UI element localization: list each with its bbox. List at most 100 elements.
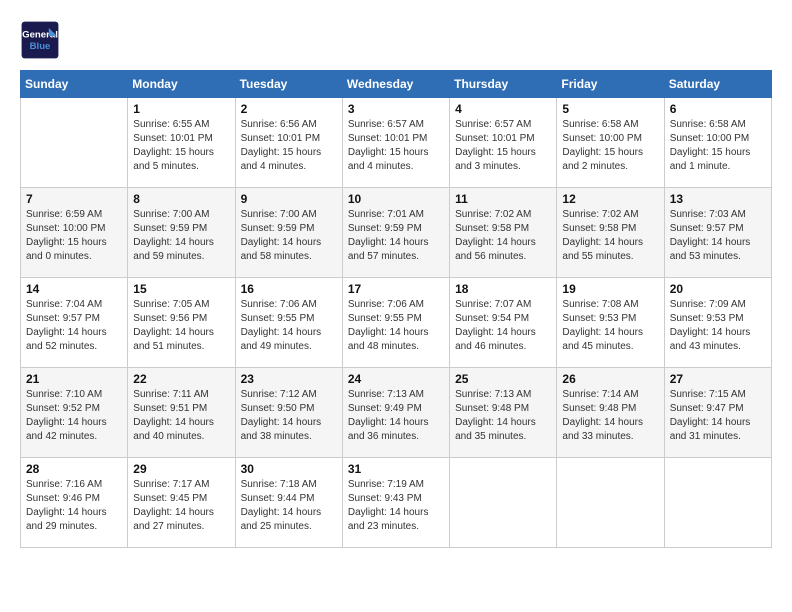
calendar-cell: 22Sunrise: 7:11 AM Sunset: 9:51 PM Dayli…: [128, 368, 235, 458]
weekday-header-friday: Friday: [557, 71, 664, 98]
calendar-cell: 9 Sunrise: 7:00 AM Sunset: 9:59 PM Daylig…: [235, 188, 342, 278]
calendar-cell: 31 Sunrise: 7:19 AM Sunset: 9:43 PM Dayli…: [342, 458, 449, 548]
weekday-header-sunday: Sunday: [21, 71, 128, 98]
day-info: Sunrise: 7:05 AM Sunset: 9:56 PM Dayligh…: [133, 298, 229, 354]
calendar-header-row: SundayMondayTuesdayWednesdayThursdayFrid…: [21, 71, 772, 98]
day-number: 20: [670, 282, 766, 296]
weekday-header-thursday: Thursday: [450, 71, 557, 98]
day-number: 1: [133, 102, 229, 116]
day-info: Sunrise: 7:13 AM Sunset: 9:48 PM Dayligh…: [455, 388, 551, 444]
day-info: Sunrise: 6:55 AM Sunset: 10:01 PM Daylig…: [133, 118, 229, 174]
calendar-week-4: 21 Sunrise: 7:10 AM Sunset: 9:52 PM Dayli…: [21, 368, 772, 458]
day-info: Sunrise: 7:06 AM Sunset: 9:55 PM Dayligh…: [241, 298, 337, 354]
calendar-cell: 8 Sunrise: 7:00 AM Sunset: 9:59 PM Daylig…: [128, 188, 235, 278]
calendar-cell: 11 Sunrise: 7:02 AM Sunset: 9:58 PM Dayli…: [450, 188, 557, 278]
weekday-header-wednesday: Wednesday: [342, 71, 449, 98]
calendar-cell: 18Sunrise: 7:07 AM Sunset: 9:54 PM Dayli…: [450, 278, 557, 368]
day-info: Sunrise: 6:58 AM Sunset: 10:00 PM Daylig…: [562, 118, 658, 174]
day-number: 28: [26, 462, 122, 476]
day-info: Sunrise: 7:03 AM Sunset: 9:57 PM Dayligh…: [670, 208, 766, 264]
day-info: Sunrise: 7:10 AM Sunset: 9:52 PM Dayligh…: [26, 388, 122, 444]
day-number: 27: [670, 372, 766, 386]
calendar-cell: 6Sunrise: 6:58 AM Sunset: 10:00 PM Dayli…: [664, 98, 771, 188]
day-number: 3: [348, 102, 444, 116]
day-info: Sunrise: 7:00 AM Sunset: 9:59 PM Dayligh…: [133, 208, 229, 264]
calendar-cell: 2Sunrise: 6:56 AM Sunset: 10:01 PM Dayli…: [235, 98, 342, 188]
day-info: Sunrise: 6:59 AM Sunset: 10:00 PM Daylig…: [26, 208, 122, 264]
svg-text:Blue: Blue: [30, 41, 51, 52]
page-header: General Blue: [20, 20, 772, 60]
calendar-cell: [21, 98, 128, 188]
day-info: Sunrise: 6:57 AM Sunset: 10:01 PM Daylig…: [455, 118, 551, 174]
day-number: 25: [455, 372, 551, 386]
day-number: 24: [348, 372, 444, 386]
day-info: Sunrise: 7:18 AM Sunset: 9:44 PM Dayligh…: [241, 478, 337, 534]
day-number: 5: [562, 102, 658, 116]
day-number: 6: [670, 102, 766, 116]
day-number: 21: [26, 372, 122, 386]
calendar-cell: 1 Sunrise: 6:55 AM Sunset: 10:01 PM Dayli…: [128, 98, 235, 188]
calendar-cell: 29 Sunrise: 7:17 AM Sunset: 9:45 PM Dayli…: [128, 458, 235, 548]
day-info: Sunrise: 7:13 AM Sunset: 9:49 PM Dayligh…: [348, 388, 444, 444]
day-number: 13: [670, 192, 766, 206]
day-number: 9: [241, 192, 337, 206]
day-info: Sunrise: 7:12 AM Sunset: 9:50 PM Dayligh…: [241, 388, 337, 444]
day-number: 26: [562, 372, 658, 386]
day-info: Sunrise: 7:06 AM Sunset: 9:55 PM Dayligh…: [348, 298, 444, 354]
calendar-cell: 12 Sunrise: 7:02 AM Sunset: 9:58 PM Dayli…: [557, 188, 664, 278]
day-info: Sunrise: 7:02 AM Sunset: 9:58 PM Dayligh…: [455, 208, 551, 264]
calendar-cell: 28Sunrise: 7:16 AM Sunset: 9:46 PM Dayli…: [21, 458, 128, 548]
calendar-cell: 3 Sunrise: 6:57 AM Sunset: 10:01 PM Dayli…: [342, 98, 449, 188]
day-info: Sunrise: 7:11 AM Sunset: 9:51 PM Dayligh…: [133, 388, 229, 444]
weekday-header-tuesday: Tuesday: [235, 71, 342, 98]
calendar-cell: 14Sunrise: 7:04 AM Sunset: 9:57 PM Dayli…: [21, 278, 128, 368]
calendar-cell: 30 Sunrise: 7:18 AM Sunset: 9:44 PM Dayli…: [235, 458, 342, 548]
calendar-week-2: 7 Sunrise: 6:59 AM Sunset: 10:00 PM Dayli…: [21, 188, 772, 278]
day-number: 16: [241, 282, 337, 296]
calendar-cell: 27 Sunrise: 7:15 AM Sunset: 9:47 PM Dayli…: [664, 368, 771, 458]
calendar-cell: 19 Sunrise: 7:08 AM Sunset: 9:53 PM Dayli…: [557, 278, 664, 368]
calendar-cell: [450, 458, 557, 548]
day-number: 29: [133, 462, 229, 476]
calendar-cell: 13 Sunrise: 7:03 AM Sunset: 9:57 PM Dayli…: [664, 188, 771, 278]
weekday-header-saturday: Saturday: [664, 71, 771, 98]
day-number: 8: [133, 192, 229, 206]
day-info: Sunrise: 7:09 AM Sunset: 9:53 PM Dayligh…: [670, 298, 766, 354]
calendar-cell: 15Sunrise: 7:05 AM Sunset: 9:56 PM Dayli…: [128, 278, 235, 368]
day-number: 17: [348, 282, 444, 296]
calendar-week-3: 14Sunrise: 7:04 AM Sunset: 9:57 PM Dayli…: [21, 278, 772, 368]
day-number: 7: [26, 192, 122, 206]
day-info: Sunrise: 7:08 AM Sunset: 9:53 PM Dayligh…: [562, 298, 658, 354]
day-info: Sunrise: 6:56 AM Sunset: 10:01 PM Daylig…: [241, 118, 337, 174]
day-number: 30: [241, 462, 337, 476]
calendar-week-5: 28Sunrise: 7:16 AM Sunset: 9:46 PM Dayli…: [21, 458, 772, 548]
day-number: 10: [348, 192, 444, 206]
day-info: Sunrise: 7:00 AM Sunset: 9:59 PM Dayligh…: [241, 208, 337, 264]
calendar-cell: 4 Sunrise: 6:57 AM Sunset: 10:01 PM Dayli…: [450, 98, 557, 188]
calendar-cell: [664, 458, 771, 548]
calendar-cell: 10 Sunrise: 7:01 AM Sunset: 9:59 PM Dayli…: [342, 188, 449, 278]
day-number: 19: [562, 282, 658, 296]
weekday-header-monday: Monday: [128, 71, 235, 98]
day-number: 4: [455, 102, 551, 116]
calendar-cell: 20 Sunrise: 7:09 AM Sunset: 9:53 PM Dayli…: [664, 278, 771, 368]
day-info: Sunrise: 6:57 AM Sunset: 10:01 PM Daylig…: [348, 118, 444, 174]
calendar-cell: 26 Sunrise: 7:14 AM Sunset: 9:48 PM Dayli…: [557, 368, 664, 458]
day-info: Sunrise: 7:14 AM Sunset: 9:48 PM Dayligh…: [562, 388, 658, 444]
day-info: Sunrise: 7:19 AM Sunset: 9:43 PM Dayligh…: [348, 478, 444, 534]
day-info: Sunrise: 7:15 AM Sunset: 9:47 PM Dayligh…: [670, 388, 766, 444]
day-number: 11: [455, 192, 551, 206]
day-info: Sunrise: 7:02 AM Sunset: 9:58 PM Dayligh…: [562, 208, 658, 264]
calendar-cell: 16 Sunrise: 7:06 AM Sunset: 9:55 PM Dayli…: [235, 278, 342, 368]
calendar-cell: [557, 458, 664, 548]
day-number: 12: [562, 192, 658, 206]
calendar-cell: 25 Sunrise: 7:13 AM Sunset: 9:48 PM Dayli…: [450, 368, 557, 458]
calendar-cell: 5 Sunrise: 6:58 AM Sunset: 10:00 PM Dayli…: [557, 98, 664, 188]
calendar-cell: 21 Sunrise: 7:10 AM Sunset: 9:52 PM Dayli…: [21, 368, 128, 458]
day-number: 23: [241, 372, 337, 386]
day-number: 14: [26, 282, 122, 296]
day-number: 31: [348, 462, 444, 476]
calendar-table: SundayMondayTuesdayWednesdayThursdayFrid…: [20, 70, 772, 548]
day-info: Sunrise: 7:01 AM Sunset: 9:59 PM Dayligh…: [348, 208, 444, 264]
day-info: Sunrise: 7:17 AM Sunset: 9:45 PM Dayligh…: [133, 478, 229, 534]
